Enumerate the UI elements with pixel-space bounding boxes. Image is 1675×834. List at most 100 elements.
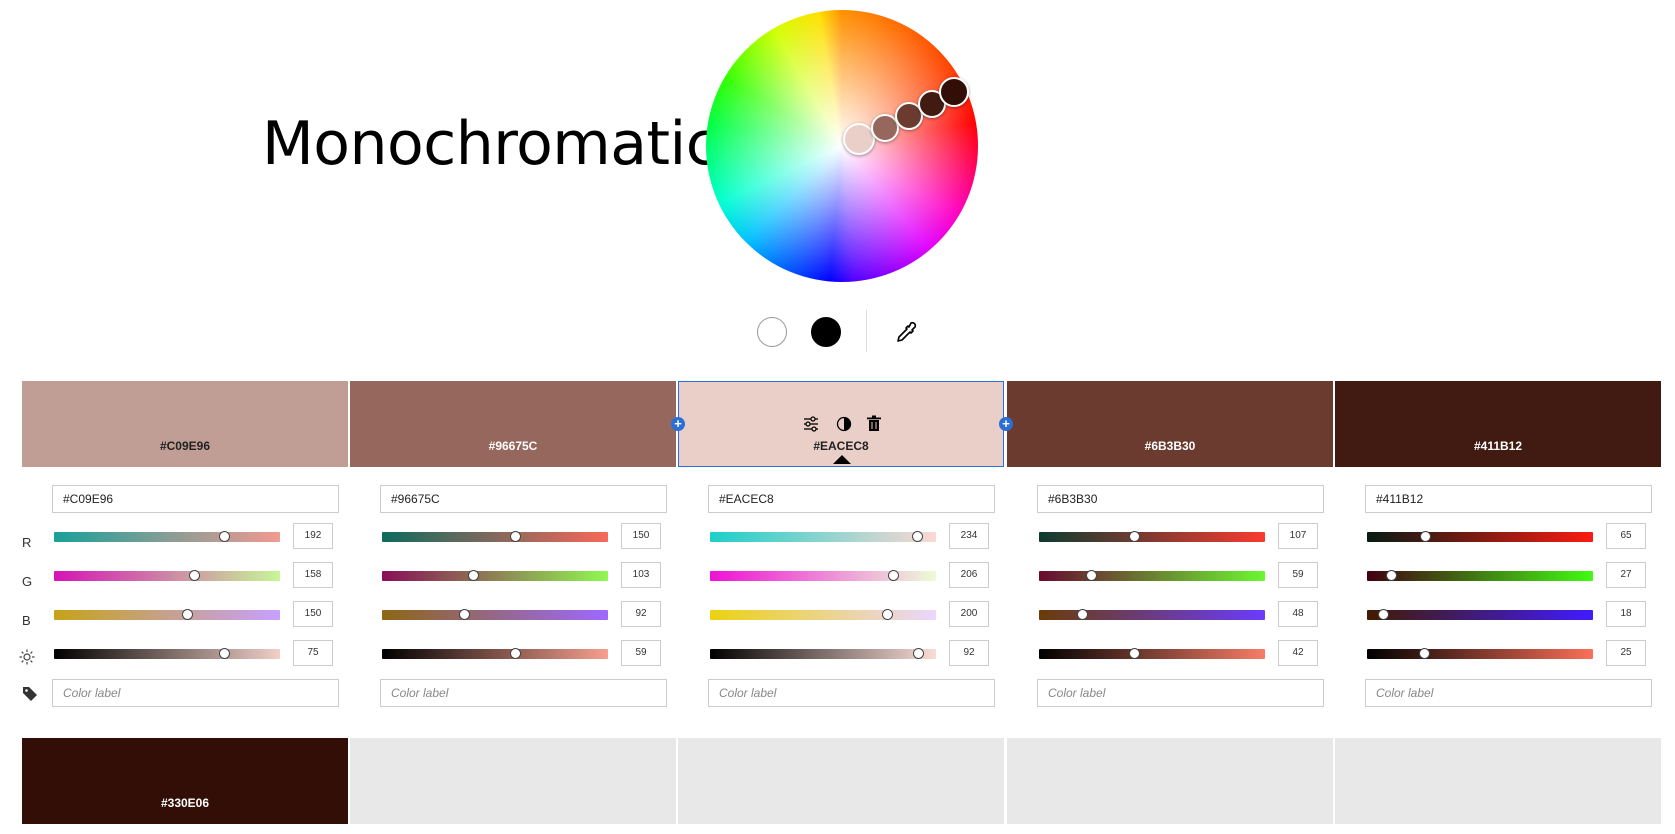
r-slider[interactable] (382, 531, 608, 542)
swatch-hex: #EACEC8 (813, 439, 869, 453)
brightness-slider[interactable] (1039, 648, 1265, 659)
r-value-input[interactable]: 150 (621, 523, 661, 549)
contrast-icon[interactable] (836, 416, 852, 432)
b-slider-knob[interactable] (1377, 609, 1389, 620)
color-editor-3: #6B3B30 107 59 48 42 Color label (1007, 485, 1333, 715)
swatch-1[interactable]: #96675C (350, 381, 676, 467)
color-label-input[interactable]: Color label (1365, 679, 1652, 707)
empty-swatch[interactable] (350, 738, 676, 824)
sliders-icon[interactable] (802, 415, 820, 433)
black-color-button[interactable] (811, 317, 841, 347)
r-slider[interactable] (1039, 531, 1265, 542)
wheel-tools (0, 310, 1675, 352)
b-slider-knob[interactable] (1076, 609, 1088, 620)
g-value-input[interactable]: 27 (1606, 562, 1646, 588)
g-slider-knob[interactable] (887, 570, 899, 581)
brightness-slider[interactable] (1367, 648, 1593, 659)
g-slider-knob[interactable] (1086, 570, 1098, 581)
brightness-value-input[interactable]: 92 (949, 640, 989, 666)
r-slider-knob[interactable] (1128, 531, 1140, 542)
b-slider[interactable] (1367, 609, 1593, 620)
brightness-slider-knob[interactable] (510, 648, 522, 659)
brightness-slider-knob[interactable] (1418, 648, 1430, 659)
b-slider-knob[interactable] (458, 609, 470, 620)
color-label-input[interactable]: Color label (708, 679, 995, 707)
add-swatch-right-plus-icon[interactable]: + (999, 417, 1013, 431)
empty-swatch[interactable] (1007, 738, 1333, 824)
r-slider[interactable] (710, 531, 936, 542)
brightness-value-input[interactable]: 59 (621, 640, 661, 666)
brightness-slider-knob[interactable] (218, 648, 230, 659)
g-slider[interactable] (382, 570, 608, 581)
swatch-hex: #411B12 (1473, 439, 1523, 453)
b-value-input[interactable]: 200 (949, 601, 989, 627)
b-slider[interactable] (1039, 609, 1265, 620)
color-wheel-disc[interactable] (706, 10, 978, 282)
r-value-input[interactable]: 192 (293, 523, 333, 549)
swatch-2[interactable]: #EACEC8 (678, 381, 1004, 467)
r-slider-knob[interactable] (1419, 531, 1431, 542)
add-swatch-left-plus-icon[interactable]: + (671, 417, 685, 431)
brightness-slider-knob[interactable] (912, 648, 924, 659)
swatch-hex: #6B3B30 (1144, 439, 1196, 453)
g-slider[interactable] (1039, 570, 1265, 581)
b-value-input[interactable]: 150 (293, 601, 333, 627)
g-slider[interactable] (1367, 570, 1593, 581)
b-slider[interactable] (54, 609, 280, 620)
bottom-swatch-0[interactable]: #330E06 (22, 738, 348, 824)
color-wheel[interactable] (706, 10, 978, 282)
g-slider[interactable] (710, 570, 936, 581)
hex-input[interactable]: #411B12 (1365, 485, 1652, 513)
active-caret (833, 455, 851, 464)
brightness-slider-knob[interactable] (1128, 648, 1140, 659)
b-value-input[interactable]: 92 (621, 601, 661, 627)
g-value-input[interactable]: 59 (1278, 562, 1318, 588)
r-slider-knob[interactable] (912, 531, 924, 542)
hex-input[interactable]: #96675C (380, 485, 667, 513)
hex-input[interactable]: #C09E96 (52, 485, 339, 513)
r-value-input[interactable]: 107 (1278, 523, 1318, 549)
r-slider[interactable] (1367, 531, 1593, 542)
r-slider-knob[interactable] (219, 531, 231, 542)
g-slider[interactable] (54, 570, 280, 581)
empty-swatch[interactable] (678, 738, 1004, 824)
r-value-input[interactable]: 65 (1606, 523, 1646, 549)
swatch-0[interactable]: #C09E96 (22, 381, 348, 467)
trash-icon[interactable] (866, 415, 882, 433)
g-slider-knob[interactable] (189, 570, 201, 581)
color-label-input[interactable]: Color label (52, 679, 339, 707)
wheel-handle-4[interactable] (939, 77, 969, 107)
r-slider[interactable] (54, 531, 280, 542)
color-label-input[interactable]: Color label (380, 679, 667, 707)
color-label-input[interactable]: Color label (1037, 679, 1324, 707)
b-slider-knob[interactable] (181, 609, 193, 620)
color-editor-1: #96675C 150 103 92 59 Color label (350, 485, 676, 715)
eyedropper-icon[interactable] (894, 320, 918, 344)
divider (866, 310, 867, 352)
g-slider-knob[interactable] (468, 570, 480, 581)
swatch-4[interactable]: #411B12 (1335, 381, 1661, 467)
brightness-value-input[interactable]: 42 (1278, 640, 1318, 666)
b-slider[interactable] (710, 609, 936, 620)
bottom-swatch-row: #330E06 (22, 738, 1662, 824)
empty-swatch[interactable] (1335, 738, 1661, 824)
b-value-input[interactable]: 18 (1606, 601, 1646, 627)
brightness-value-input[interactable]: 25 (1606, 640, 1646, 666)
g-slider-knob[interactable] (1385, 570, 1397, 581)
hex-input[interactable]: #6B3B30 (1037, 485, 1324, 513)
brightness-value-input[interactable]: 75 (293, 640, 333, 666)
brightness-slider[interactable] (382, 648, 608, 659)
r-slider-knob[interactable] (509, 531, 521, 542)
white-color-button[interactable] (757, 317, 787, 347)
b-slider[interactable] (382, 609, 608, 620)
g-value-input[interactable]: 158 (293, 562, 333, 588)
b-slider-knob[interactable] (882, 609, 894, 620)
brightness-slider[interactable] (710, 648, 936, 659)
r-value-input[interactable]: 234 (949, 523, 989, 549)
g-value-input[interactable]: 103 (621, 562, 661, 588)
b-value-input[interactable]: 48 (1278, 601, 1318, 627)
brightness-slider[interactable] (54, 648, 280, 659)
swatch-3[interactable]: #6B3B30 (1007, 381, 1333, 467)
g-value-input[interactable]: 206 (949, 562, 989, 588)
hex-input[interactable]: #EACEC8 (708, 485, 995, 513)
